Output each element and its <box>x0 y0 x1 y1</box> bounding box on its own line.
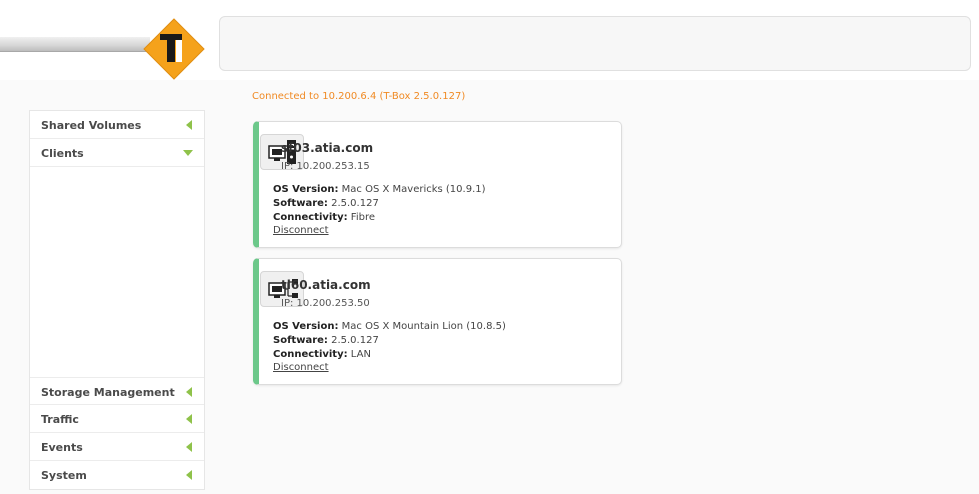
connectivity-value: Fibre <box>350 212 375 223</box>
sidebar-item-system[interactable]: System <box>30 461 204 489</box>
chevron-left-icon <box>186 387 192 397</box>
client-card: tl60.atia.com IP: 10.200.253.50 OS Versi… <box>253 258 622 385</box>
ip-label: IP: <box>281 161 294 172</box>
client-hostname: tl60.atia.com <box>281 278 371 292</box>
software-value: 2.5.0.127 <box>331 335 379 346</box>
software-value: 2.5.0.127 <box>331 198 379 209</box>
disconnect-link[interactable]: Disconnect <box>273 225 329 236</box>
client-card: sf03.atia.com IP: 10.200.253.15 OS Versi… <box>253 121 622 248</box>
software-label: Software: <box>273 198 328 209</box>
header-panel <box>219 16 971 71</box>
connection-status: Connected to 10.200.6.4 (T-Box 2.5.0.127… <box>252 91 466 102</box>
ip-label: IP: <box>281 298 294 309</box>
client-ip: IP: 10.200.253.50 <box>281 298 370 309</box>
chevron-left-icon <box>186 442 192 452</box>
connectivity-value: LAN <box>350 349 371 360</box>
sidebar-item-label: Storage Management <box>41 386 175 399</box>
connectivity-label: Connectivity: <box>273 212 348 223</box>
connectivity-label: Connectivity: <box>273 349 348 360</box>
chevron-left-icon <box>186 470 192 480</box>
ip-value: 10.200.253.15 <box>296 161 370 172</box>
ip-value: 10.200.253.50 <box>296 298 370 309</box>
sidebar-item-label: Events <box>41 441 83 454</box>
client-software: Software: 2.5.0.127 <box>273 335 379 346</box>
tiger-store-logo[interactable]: STORE <box>143 18 205 80</box>
client-software: Software: 2.5.0.127 <box>273 198 379 209</box>
software-label: Software: <box>273 335 328 346</box>
sidebar-item-storage-management[interactable]: Storage Management <box>30 377 204 405</box>
app-header: STORE <box>0 0 979 82</box>
sidebar-item-label: Traffic <box>41 413 79 426</box>
sidebar-item-shared-volumes[interactable]: Shared Volumes <box>30 111 204 139</box>
disconnect-link[interactable]: Disconnect <box>273 362 329 373</box>
chevron-left-icon <box>186 414 192 424</box>
header-bar <box>0 37 150 52</box>
sidebar-item-clients[interactable]: Clients <box>30 139 204 167</box>
os-value: Mac OS X Mountain Lion (10.8.5) <box>341 321 506 332</box>
sidebar: Shared Volumes Clients Storage Managemen… <box>29 110 205 490</box>
os-value: Mac OS X Mavericks (10.9.1) <box>341 184 486 195</box>
logo-text: STORE <box>183 33 189 52</box>
chevron-down-icon <box>183 150 193 156</box>
sidebar-item-label: System <box>41 469 87 482</box>
client-os: OS Version: Mac OS X Mountain Lion (10.8… <box>273 321 506 332</box>
client-ip: IP: 10.200.253.15 <box>281 161 370 172</box>
sidebar-item-label: Shared Volumes <box>41 119 142 132</box>
client-hostname: sf03.atia.com <box>281 141 374 155</box>
sidebar-item-traffic[interactable]: Traffic <box>30 405 204 433</box>
client-connectivity: Connectivity: Fibre <box>273 212 375 223</box>
sidebar-item-label: Clients <box>41 147 84 160</box>
os-label: OS Version: <box>273 184 339 195</box>
os-label: OS Version: <box>273 321 339 332</box>
client-os: OS Version: Mac OS X Mavericks (10.9.1) <box>273 184 486 195</box>
chevron-left-icon <box>186 120 192 130</box>
client-connectivity: Connectivity: LAN <box>273 349 371 360</box>
sidebar-item-events[interactable]: Events <box>30 433 204 461</box>
